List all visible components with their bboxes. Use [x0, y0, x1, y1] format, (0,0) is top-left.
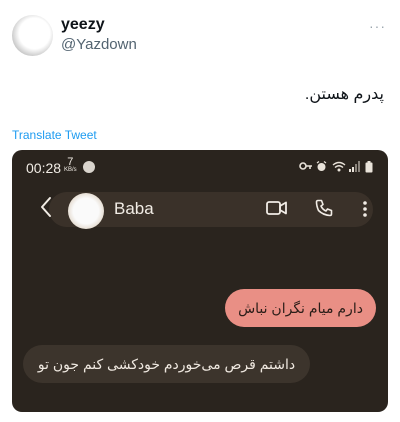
alarm-icon [316, 161, 327, 171]
network-speed-unit: KB/s [64, 167, 77, 173]
network-speed: 7 KB/s [64, 156, 77, 174]
user-handle[interactable]: @Yazdown [61, 36, 137, 53]
message-outgoing: دارم میام نگران نباش [225, 289, 376, 327]
message-incoming: داشتم قرص می‌خوردم خودکشی کنم جون تو [23, 345, 310, 383]
wifi-icon [332, 161, 346, 172]
signal-icon [349, 161, 360, 172]
tweet-text: پدرم هستن. [304, 86, 384, 103]
contact-avatar[interactable] [68, 193, 104, 229]
display-name[interactable]: yeezy [61, 16, 105, 34]
more-options-icon[interactable]: ··· [369, 18, 386, 34]
network-speed-value: 7 [67, 156, 74, 168]
status-bar: 00:28 7 KB/s [12, 150, 388, 184]
user-avatar[interactable] [12, 15, 53, 56]
notification-icon [83, 161, 95, 173]
status-time: 00:28 [26, 160, 62, 176]
translate-tweet-link[interactable]: Translate Tweet [12, 128, 97, 142]
kebab-menu-icon[interactable] [362, 200, 368, 218]
chevron-left-icon[interactable] [40, 196, 52, 218]
tweet-card: yeezy @Yazdown ··· پدرم هستن. Translate … [0, 0, 400, 422]
attached-screenshot[interactable]: 00:28 7 KB/s Baba دارم میام نگران نباش د… [12, 150, 388, 412]
video-camera-icon[interactable] [266, 200, 288, 216]
phone-icon[interactable] [315, 199, 333, 217]
battery-icon [365, 161, 373, 173]
contact-name[interactable]: Baba [114, 199, 154, 219]
key-icon [299, 162, 312, 170]
